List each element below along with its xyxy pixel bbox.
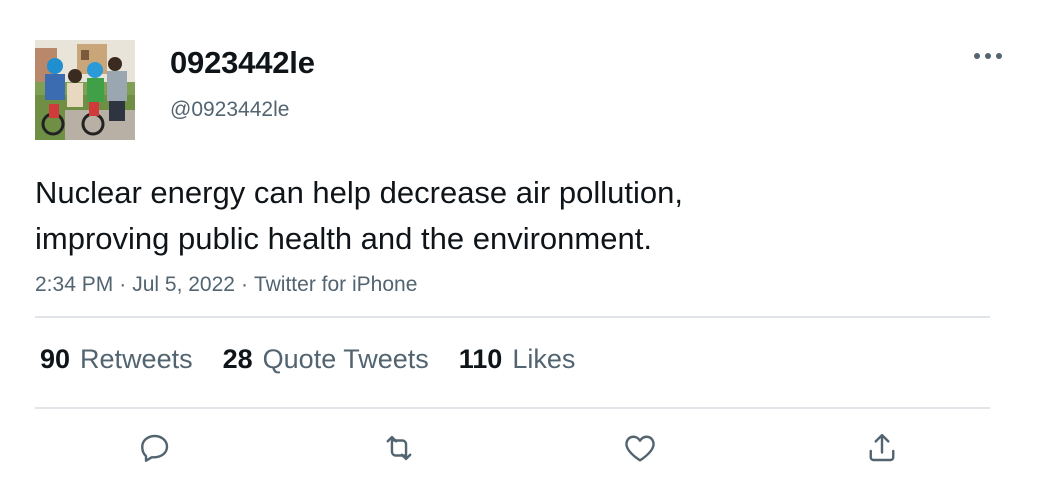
tweet-date[interactable]: Jul 5, 2022 — [132, 273, 235, 296]
tweet-text-line: Nuclear energy can help decrease air pol… — [35, 175, 683, 210]
retweet-button[interactable] — [377, 426, 421, 470]
tweet-text-line: improving public health and the environm… — [35, 221, 652, 256]
divider — [35, 407, 990, 409]
like-button[interactable] — [618, 426, 662, 470]
tweet-stats: 90 Retweets 28 Quote Tweets 110 Likes — [40, 340, 575, 378]
share-icon — [869, 433, 895, 462]
tweet-time[interactable]: 2:34 PM — [35, 273, 113, 296]
reply-icon — [141, 434, 169, 462]
retweets-label: Retweets — [80, 344, 193, 374]
divider — [35, 316, 990, 318]
meta-separator: · — [240, 273, 248, 296]
author-display-name[interactable]: 0923442le — [170, 44, 315, 82]
retweets-stat[interactable]: 90 Retweets — [40, 340, 193, 378]
avatar[interactable] — [35, 40, 135, 140]
meta-separator: · — [119, 273, 127, 296]
tweet-actions — [0, 426, 1050, 476]
avatar-photo — [35, 40, 135, 140]
tweet-text: Nuclear energy can help decrease air pol… — [35, 170, 935, 262]
author-handle[interactable]: @0923442le — [170, 96, 289, 124]
retweets-count: 90 — [40, 344, 71, 374]
more-horizontal-icon — [974, 53, 1002, 59]
heart-icon — [625, 435, 655, 462]
likes-stat[interactable]: 110 Likes — [459, 340, 576, 378]
tweet-card: 0923442le @0923442le Nuclear energy can … — [0, 0, 1050, 480]
quote-tweets-count: 28 — [222, 344, 253, 374]
reply-button[interactable] — [133, 426, 177, 470]
quote-tweets-label: Quote Tweets — [262, 344, 429, 374]
retweet-icon — [386, 435, 412, 461]
more-button[interactable] — [966, 40, 1010, 72]
likes-label: Likes — [512, 344, 576, 374]
tweet-meta: 2:34 PM · Jul 5, 2022 · Twitter for iPhone — [35, 270, 417, 300]
tweet-source[interactable]: Twitter for iPhone — [254, 273, 417, 296]
likes-count: 110 — [458, 344, 503, 374]
quote-tweets-stat[interactable]: 28 Quote Tweets — [223, 340, 429, 378]
share-button[interactable] — [860, 426, 904, 470]
